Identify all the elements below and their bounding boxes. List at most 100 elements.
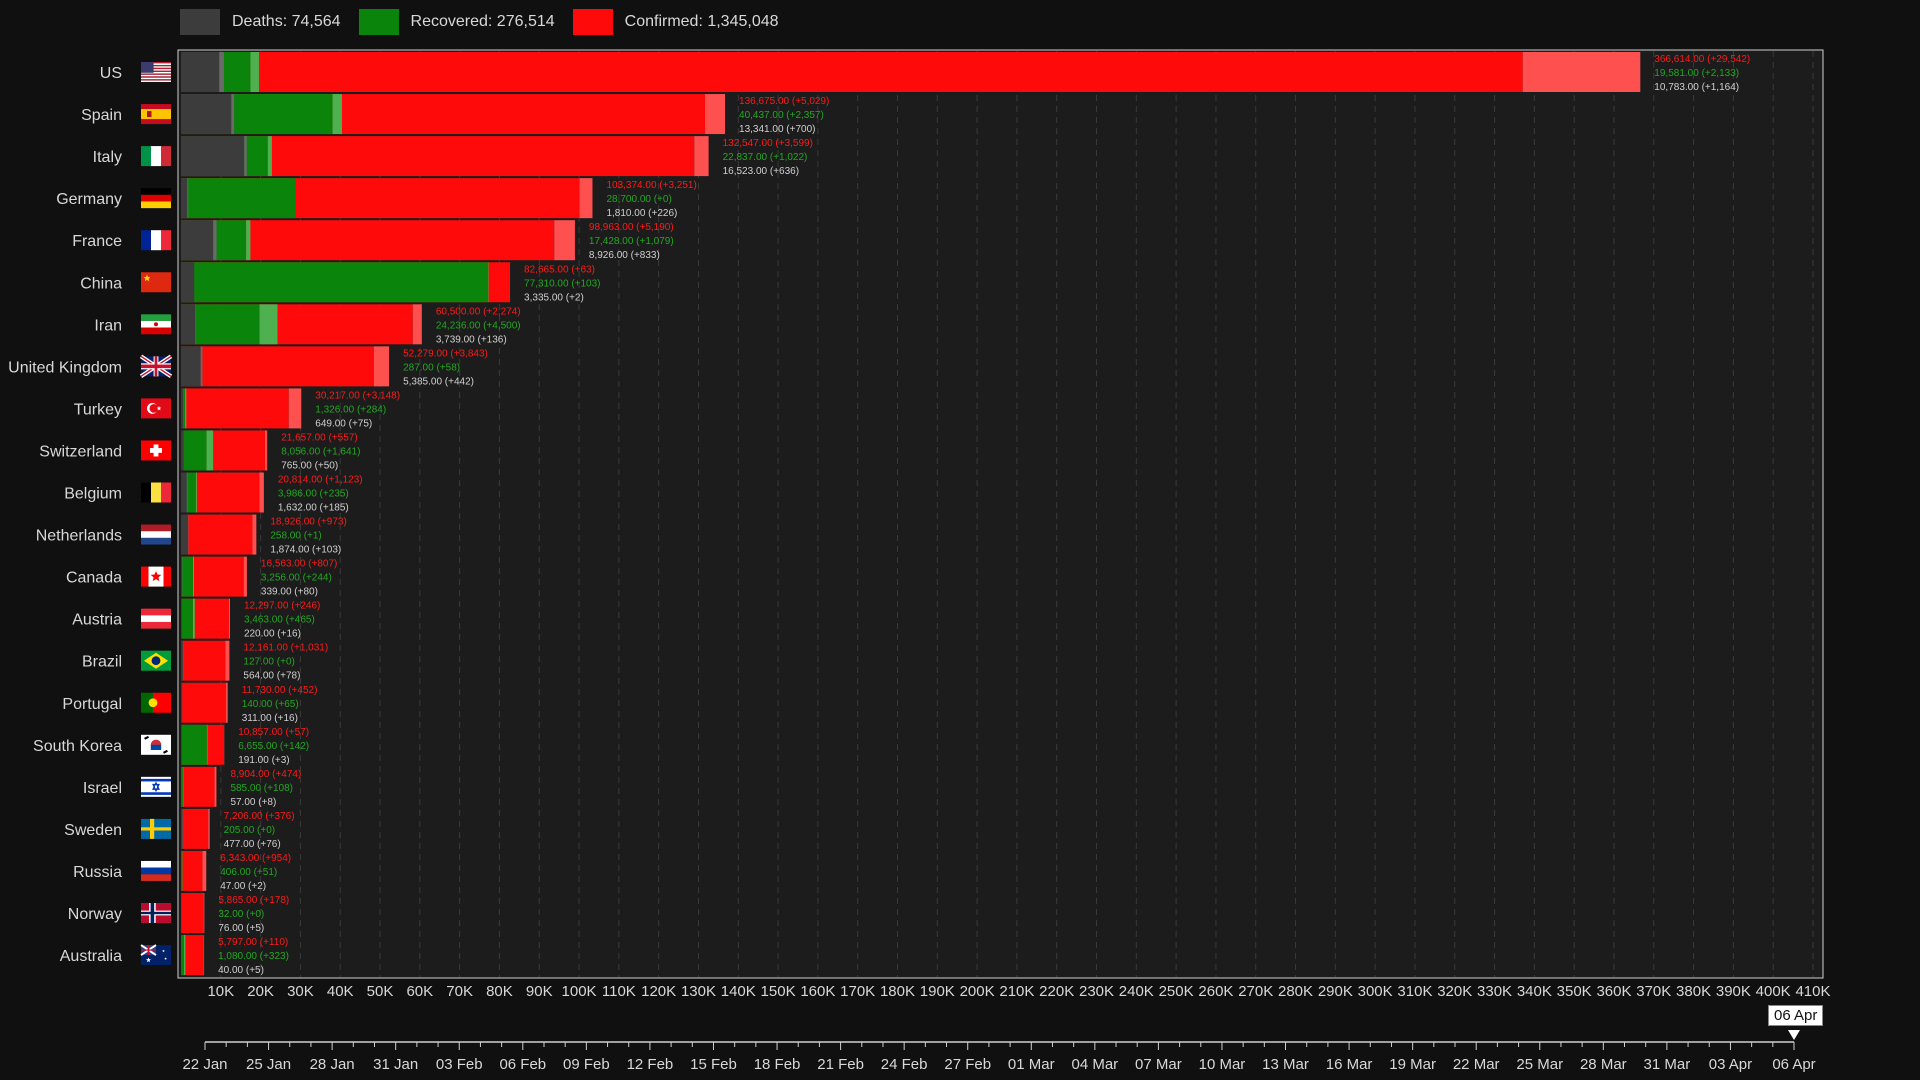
country-label: Germany xyxy=(56,191,122,208)
x-tick-label: 150K xyxy=(761,983,796,1000)
timeline-date-label: 03 Feb xyxy=(436,1056,483,1073)
data-label-recovered: 205.00 (+0) xyxy=(224,825,275,836)
x-tick-label: 410K xyxy=(1795,983,1830,1000)
country-label: Austria xyxy=(72,612,122,629)
timeline-date-label: 25 Jan xyxy=(246,1056,291,1073)
timeline-date-label: 09 Feb xyxy=(563,1056,610,1073)
bar-confirmed xyxy=(181,766,215,807)
x-tick-label: 140K xyxy=(721,983,756,1000)
data-label-confirmed: 12,297.00 (+246) xyxy=(244,601,320,612)
country-label: Australia xyxy=(60,948,122,965)
bar-confirmed-increment xyxy=(225,682,228,723)
data-label-recovered: 77,310.00 (+103) xyxy=(524,278,600,289)
x-tick-label: 120K xyxy=(641,983,676,1000)
data-label-confirmed: 52,279.00 (+3,843) xyxy=(403,348,488,359)
bar-recovered xyxy=(181,556,193,597)
data-label-deaths: 40.00 (+5) xyxy=(218,965,264,976)
bar-recovered-increment xyxy=(246,220,251,261)
data-label-recovered: 1,080.00 (+323) xyxy=(218,951,289,962)
timeline-date-label: 21 Feb xyxy=(817,1056,864,1073)
timeline-date-label: 22 Jan xyxy=(182,1056,227,1073)
timeline-current-date[interactable]: 06 Apr xyxy=(1768,1005,1824,1026)
x-tick-label: 350K xyxy=(1557,983,1592,1000)
x-tick-label: 80K xyxy=(486,983,513,1000)
data-label-recovered: 17,428.00 (+1,079) xyxy=(589,236,674,247)
bar-confirmed xyxy=(181,808,209,849)
x-tick-label: 180K xyxy=(880,983,915,1000)
bar-deaths-increment xyxy=(219,52,224,92)
data-label-confirmed: 16,563.00 (+807) xyxy=(261,559,337,570)
data-label-recovered: 140.00 (+65) xyxy=(242,699,299,710)
x-tick-label: 330K xyxy=(1477,983,1512,1000)
bar-confirmed-increment xyxy=(243,556,247,597)
bar-recovered xyxy=(181,850,183,891)
data-label-deaths: 3,739.00 (+136) xyxy=(436,334,507,345)
data-label-recovered: 3,256.00 (+244) xyxy=(261,573,332,584)
x-tick-label: 220K xyxy=(1039,983,1074,1000)
data-label-recovered: 3,463.00 (+465) xyxy=(244,615,315,626)
data-label-confirmed: 98,963.00 (+5,190) xyxy=(589,222,674,233)
data-label-deaths: 76.00 (+5) xyxy=(218,923,264,934)
data-label-recovered: 127.00 (+0) xyxy=(243,657,294,668)
timeline-date-label: 28 Jan xyxy=(310,1056,355,1073)
flag-tr-icon xyxy=(141,398,171,419)
data-label-confirmed: 21,657.00 (+557) xyxy=(281,432,357,443)
timeline-date-label: 28 Mar xyxy=(1580,1056,1627,1073)
bar-deaths xyxy=(181,304,196,345)
timeline-date-label: 10 Mar xyxy=(1199,1056,1246,1073)
flag-kr-icon xyxy=(141,734,171,755)
bar-confirmed-increment xyxy=(705,94,726,135)
country-label: Canada xyxy=(66,570,122,587)
bar-deaths xyxy=(181,808,183,849)
data-label-recovered: 40,437.00 (+2,357) xyxy=(739,110,824,121)
bar-recovered xyxy=(181,598,193,639)
x-tick-label: 280K xyxy=(1278,983,1313,1000)
x-tick-label: 400K xyxy=(1756,983,1791,1000)
bar-deaths xyxy=(181,262,195,303)
bar-deaths xyxy=(181,682,183,723)
data-label-deaths: 10,783.00 (+1,164) xyxy=(1654,82,1739,93)
data-label-confirmed: 11,730.00 (+452) xyxy=(242,685,318,696)
bar-confirmed xyxy=(181,682,226,723)
bar-deaths xyxy=(181,346,201,387)
x-tick-label: 200K xyxy=(960,983,995,1000)
bar-confirmed-increment xyxy=(214,766,217,807)
timeline-handle[interactable] xyxy=(1788,1030,1800,1040)
bar-recovered-increment xyxy=(195,472,197,513)
bar-deaths xyxy=(181,472,187,513)
flag-be-icon xyxy=(141,482,171,503)
country-label: France xyxy=(72,233,122,250)
flag-ir-icon xyxy=(141,314,171,335)
x-tick-label: 310K xyxy=(1397,983,1432,1000)
bar-confirmed xyxy=(181,388,289,429)
x-tick-label: 170K xyxy=(840,983,875,1000)
data-label-recovered: 406.00 (+51) xyxy=(220,867,277,878)
x-tick-label: 70K xyxy=(446,983,473,1000)
data-label-confirmed: 103,374.00 (+3,251) xyxy=(606,180,696,191)
timeline-date-label: 16 Mar xyxy=(1326,1056,1373,1073)
bar-confirmed-increment xyxy=(252,514,257,555)
x-tick-label: 250K xyxy=(1159,983,1194,1000)
bar-deaths xyxy=(181,430,184,471)
bar-recovered-increment xyxy=(206,724,208,765)
data-label-deaths: 477.00 (+76) xyxy=(224,839,281,850)
x-tick-label: 210K xyxy=(999,983,1034,1000)
bar-recovered xyxy=(181,178,296,219)
data-label-deaths: 5,385.00 (+442) xyxy=(403,376,474,387)
bar-recovered xyxy=(181,766,183,807)
bar-deaths xyxy=(181,388,184,429)
data-label-deaths: 1,810.00 (+226) xyxy=(606,208,677,219)
timeline-date-label: 24 Feb xyxy=(881,1056,928,1073)
x-tick-label: 60K xyxy=(406,983,433,1000)
x-tick-label: 90K xyxy=(526,983,553,1000)
timeline-date-label: 18 Feb xyxy=(754,1056,801,1073)
bar-confirmed-increment xyxy=(554,220,575,261)
data-label-deaths: 765.00 (+50) xyxy=(281,460,338,471)
bar-deaths-increment xyxy=(213,220,217,261)
bar-recovered xyxy=(181,935,185,976)
flag-de-icon xyxy=(141,188,171,209)
flag-se-icon xyxy=(141,818,171,839)
x-tick-label: 300K xyxy=(1358,983,1393,1000)
country-label: Spain xyxy=(81,107,122,124)
bar-confirmed-increment xyxy=(208,808,210,849)
